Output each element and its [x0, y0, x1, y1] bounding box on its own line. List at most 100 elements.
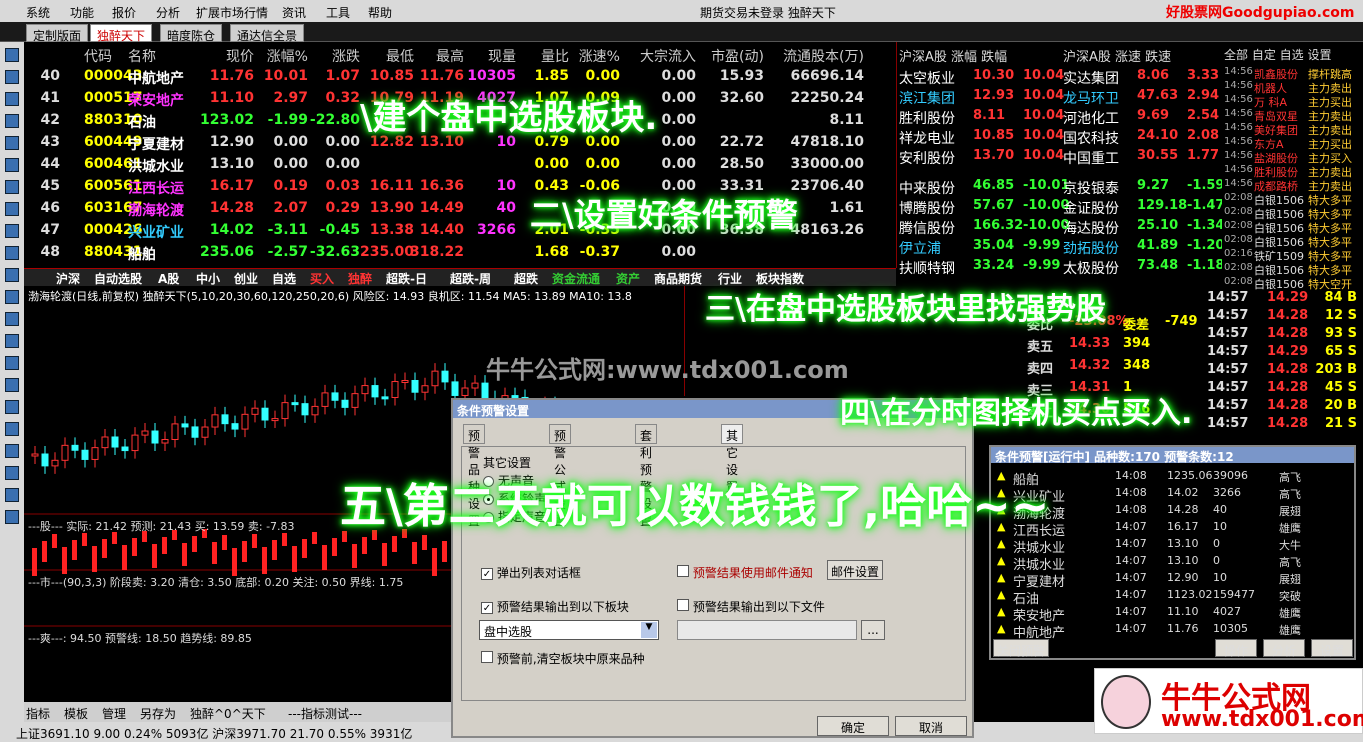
tool-icon[interactable] [5, 224, 19, 238]
menu-item[interactable]: 资讯 [282, 4, 306, 21]
tool-icon[interactable] [5, 334, 19, 348]
col-header[interactable]: 现量 [488, 46, 516, 66]
browse-button[interactable]: ... [861, 620, 885, 640]
tool-icon[interactable] [5, 92, 19, 106]
close-alert-button[interactable]: 关闭预警 [993, 639, 1049, 658]
tool-icon[interactable] [5, 444, 19, 458]
rank-name[interactable]: 河池化工 [1063, 108, 1119, 128]
indicator-tab[interactable]: ---指标测试--- [288, 705, 362, 722]
rank-name[interactable]: 海达股份 [1063, 218, 1119, 238]
rank-name[interactable]: 太空板业 [899, 68, 955, 88]
rank-name[interactable]: 实达集团 [1063, 68, 1119, 88]
tool-icon[interactable] [5, 488, 19, 502]
rank-name[interactable]: 滨江集团 [899, 88, 955, 108]
tab-0[interactable]: 定制版面 [26, 24, 89, 43]
board-tab[interactable]: 超跌-周 [450, 270, 491, 287]
tool-icon[interactable] [5, 114, 19, 128]
operate-button[interactable]: 操作 [1215, 639, 1257, 658]
col-header[interactable]: 市盈(动) [711, 46, 764, 66]
tool-icon[interactable] [5, 466, 19, 480]
rank-name[interactable]: 祥龙电业 [899, 128, 955, 148]
tool-icon[interactable] [5, 290, 19, 304]
tool-icon[interactable] [5, 136, 19, 150]
ok-button[interactable]: 确定 [817, 716, 889, 736]
board-tab[interactable]: 创业 [234, 270, 258, 287]
rank-name[interactable]: 国农科技 [1063, 128, 1119, 148]
indicator-tab[interactable]: 管理 [102, 705, 126, 722]
dialog-tab[interactable]: 预警品种设置 [463, 424, 486, 528]
rank-name[interactable]: 安利股份 [899, 148, 955, 168]
board-tab[interactable]: 中小 [196, 270, 220, 287]
board-tab[interactable]: 超跌 [514, 270, 538, 287]
rank-name[interactable]: 龙马环卫 [1063, 88, 1119, 108]
menu-item[interactable]: 功能 [70, 4, 94, 21]
board-tab[interactable]: 独醉 [348, 270, 372, 287]
rank-name[interactable]: 胜利股份 [899, 108, 955, 128]
menu-item[interactable]: 报价 [112, 4, 136, 21]
rank-name[interactable]: 太极股份 [1063, 258, 1119, 278]
rank-name[interactable]: 博腾股份 [899, 198, 955, 218]
col-header[interactable]: 名称 [128, 46, 156, 66]
tool-icon[interactable] [5, 356, 19, 370]
rank-name[interactable]: 伊立浦 [899, 238, 941, 258]
board-tab[interactable]: 沪深 [56, 270, 80, 287]
dialog-tab[interactable]: 预警公式设置 [549, 424, 572, 528]
board-tab[interactable]: 商品期货 [654, 270, 702, 287]
menu-item[interactable]: 分析 [156, 4, 180, 21]
out-file-checkbox[interactable]: 预警结果输出到以下文件 [677, 598, 825, 615]
tool-icon[interactable] [5, 268, 19, 282]
tool-icon[interactable] [5, 510, 19, 524]
rank-name[interactable]: 中国重工 [1063, 148, 1119, 168]
clear-checkbox[interactable]: 预警前,清空板块中原来品种 [481, 650, 645, 667]
col-header[interactable]: 涨幅% [267, 46, 308, 66]
col-header[interactable]: 涨跌 [332, 46, 360, 66]
menu-item[interactable]: 系统 [26, 4, 50, 21]
alert-settings-button[interactable]: 设置 [1311, 639, 1353, 658]
analyze-button[interactable]: 分析 [1263, 639, 1305, 658]
tool-icon[interactable] [5, 400, 19, 414]
dialog-tab[interactable]: 套利预警设置 [635, 424, 658, 528]
col-header[interactable]: 最低 [386, 46, 414, 66]
rank-name[interactable]: 金证股份 [1063, 198, 1119, 218]
tool-icon[interactable] [5, 312, 19, 326]
tab-1[interactable]: 独醉天下 [90, 24, 153, 43]
board-tab[interactable]: 超跌-日 [386, 270, 427, 287]
col-header[interactable]: 最高 [436, 46, 464, 66]
board-tab[interactable]: 资产 [616, 270, 640, 287]
dialog-tab[interactable]: 其它设置 [721, 424, 744, 494]
indicator-tab[interactable]: 独醉^0^天下 [190, 705, 266, 722]
menu-item[interactable]: 工具 [326, 4, 350, 21]
rank-name[interactable]: 腾信股份 [899, 218, 955, 238]
feed-header[interactable]: 全部 自定 自选 设置 [1224, 46, 1331, 63]
email-settings-button[interactable]: 邮件设置 [827, 560, 883, 580]
tool-icon[interactable] [5, 70, 19, 84]
board-tab[interactable]: 资金流通 [552, 270, 600, 287]
tool-icon[interactable] [5, 202, 19, 216]
popup-checkbox[interactable]: ✓ 弹出列表对话框 [481, 564, 581, 581]
col-header[interactable]: 量比 [541, 46, 569, 66]
cancel-button[interactable]: 取消 [895, 716, 967, 736]
col-header[interactable]: 涨速% [579, 46, 620, 66]
indicator-tab[interactable]: 另存为 [140, 705, 176, 722]
tool-icon[interactable] [5, 246, 19, 260]
board-tab[interactable]: 自动选股 [94, 270, 142, 287]
email-checkbox[interactable]: 预警结果使用邮件通知 [677, 564, 813, 581]
menu-item[interactable]: 帮助 [368, 4, 392, 21]
board-tab[interactable]: A股 [158, 270, 179, 287]
col-header[interactable]: 现价 [226, 46, 254, 66]
tab-3[interactable]: 通达信全景 [230, 24, 305, 43]
col-header[interactable]: 流通股本(万) [783, 46, 864, 66]
out-block-checkbox[interactable]: ✓ 预警结果输出到以下板块 [481, 598, 629, 615]
tool-icon[interactable] [5, 422, 19, 436]
board-tab[interactable]: 自选 [272, 270, 296, 287]
menu-item[interactable]: 扩展市场行情 [196, 4, 268, 21]
tool-icon[interactable] [5, 180, 19, 194]
board-tab[interactable]: 买入 [310, 270, 334, 287]
rank-name[interactable]: 扶顺特钢 [899, 258, 955, 278]
tool-icon[interactable] [5, 158, 19, 172]
col-header[interactable]: 代码 [84, 46, 112, 66]
tool-icon[interactable] [5, 48, 19, 62]
rank-name[interactable]: 京投银泰 [1063, 178, 1119, 198]
tool-icon[interactable] [5, 378, 19, 392]
block-select[interactable]: 盘中选股 ▼ [479, 620, 659, 640]
